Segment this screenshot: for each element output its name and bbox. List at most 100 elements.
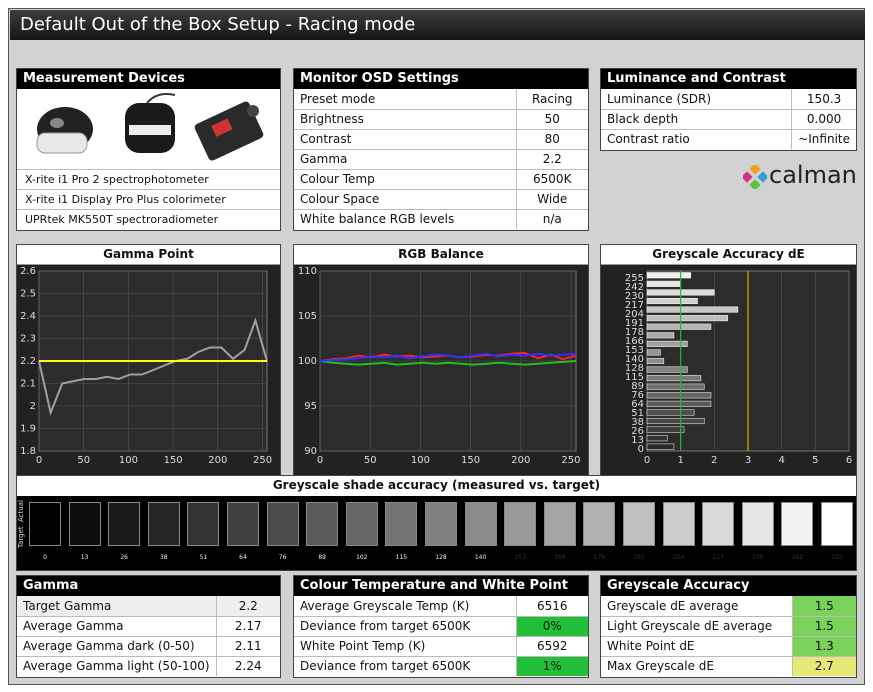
de-bar (646, 375, 702, 382)
table-row: Max Greyscale dE 2.7 (601, 655, 856, 676)
x-tick-label: 0 (317, 455, 323, 466)
de-bar (646, 340, 688, 347)
y-tick-label: 2.5 (20, 289, 36, 300)
chart-title: Gamma Point (17, 245, 280, 265)
colour-temp-table: Average Greyscale Temp (K) 6516 Deviance … (294, 596, 588, 676)
panel-header: Measurement Devices (17, 69, 280, 89)
de-bar (646, 409, 695, 416)
row-value: 0% (515, 615, 588, 636)
row-label: Black depth (601, 108, 792, 129)
shade-swatch (821, 502, 853, 546)
chart-title: RGB Balance (294, 245, 588, 265)
table-row: Luminance (SDR) 150.3 (601, 89, 856, 109)
x-tick-label: 150 (461, 455, 480, 466)
row-value: 1.5 (791, 596, 856, 616)
y-tick-label: 2.6 (20, 266, 36, 277)
luminance-panel: Luminance and Contrast Luminance (SDR) 15… (600, 68, 857, 151)
row-label: Luminance (SDR) (607, 91, 712, 106)
row-label: Contrast ratio (601, 128, 792, 149)
table-row: White Point Temp (K) 6592 (294, 635, 588, 656)
shade-label: 115 (395, 554, 408, 561)
row-label: Light Greyscale dE average (601, 615, 792, 636)
row-value: 50 (515, 108, 588, 129)
shade-swatch (504, 502, 537, 546)
greyscale-shades-panel: Greyscale shade accuracy (measured vs. t… (16, 475, 857, 571)
greyscale-accuracy-table: Greyscale dE average 1.5 Light Greyscale … (601, 596, 856, 676)
greyscale-de-panel: Greyscale Accuracy dE 0 1 2 3 4 5 6 255 242 230 21… (600, 244, 857, 476)
shade-label: 13 (80, 554, 89, 561)
table-row: Black depth 0.000 (601, 108, 856, 129)
x-tick-label: 250 (561, 455, 580, 466)
y-tick-label: 2 (30, 401, 36, 412)
de-bar (646, 400, 712, 407)
shade-label: 153 (514, 554, 526, 561)
x-tick-label: 200 (511, 455, 530, 466)
table-row: Gamma 2.2 (294, 148, 588, 169)
x-tick-label: 50 (77, 455, 90, 466)
de-bar (646, 306, 739, 313)
row-label: Target Gamma (23, 598, 112, 613)
table-row: White balance RGB levels n/a (294, 208, 588, 229)
row-value: Wide (515, 188, 588, 209)
x-tick-label: 50 (364, 455, 377, 466)
table-row: Average Gamma light (50-100) 2.24 (17, 655, 280, 676)
shade-swatch (68, 502, 101, 546)
y-tick-label: 100 (298, 356, 317, 367)
shade-label: 51 (199, 554, 208, 561)
de-bar (646, 280, 681, 287)
shade-label: 26 (120, 554, 128, 561)
row-value: 150.3 (791, 89, 856, 109)
y-tick-label: 1.8 (20, 446, 36, 457)
calman-logo-icon (743, 165, 767, 189)
row-value: 6516 (515, 596, 588, 616)
i1pro2-device-icon (36, 107, 93, 154)
row-value: 1% (515, 655, 588, 676)
x-tick-label: 0 (644, 455, 650, 466)
row-label: Colour Temp (294, 168, 516, 189)
shade-swatch (266, 502, 299, 546)
shade-swatch (187, 502, 220, 546)
i1display-device-icon (125, 93, 176, 153)
shade-swatch (425, 502, 457, 546)
x-tick-label: 100 (411, 455, 430, 466)
device-images (17, 89, 280, 169)
report-frame: Default Out of the Box Setup - Racing mo… (8, 8, 865, 685)
device-item: X-rite i1 Pro 2 spectrophotometer (17, 169, 280, 189)
table-row: Preset mode Racing (294, 89, 588, 109)
y-tick-label: 1.9 (20, 424, 36, 435)
shade-swatch (781, 502, 814, 546)
y-tick-label: 105 (298, 311, 317, 322)
de-bar (646, 443, 675, 450)
row-value: 6592 (515, 635, 588, 656)
row-value: 2.2 (215, 596, 280, 616)
row-value: 2.17 (215, 615, 280, 636)
row-label: Gamma (294, 148, 516, 169)
table-row: Deviance from target 6500K 1% (294, 655, 588, 676)
table-row: Colour Temp 6500K (294, 168, 588, 189)
row-value: 80 (515, 128, 588, 149)
mk550t-device-icon (194, 101, 264, 161)
y-tick-label: 95 (304, 401, 317, 412)
de-bar (646, 435, 668, 442)
x-tick-label: 100 (119, 455, 138, 466)
shade-swatch (306, 502, 339, 546)
shade-swatch (662, 502, 695, 546)
chart-title: Greyscale Accuracy dE (601, 245, 856, 265)
shade-label: 255 (831, 554, 843, 561)
table-row: Target Gamma 2.2 (17, 596, 280, 616)
x-tick-label: 2 (711, 455, 717, 466)
shade-swatch (741, 502, 774, 546)
table-row: White Point dE 1.3 (601, 635, 856, 656)
row-label: Average Greyscale Temp (K) (300, 598, 470, 613)
row-value: Racing (515, 89, 588, 109)
shade-label: 178 (593, 554, 606, 561)
row-value: n/a (515, 208, 588, 229)
y-tick-label: 90 (304, 446, 317, 457)
shade-label: 76 (278, 554, 287, 561)
row-value: ~Infinite (791, 128, 856, 149)
row-label: Average Gamma light (50-100) (17, 655, 217, 676)
shade-swatch (227, 502, 259, 546)
page-title: Default Out of the Box Setup - Racing mo… (10, 10, 865, 40)
shade-label: 128 (435, 554, 447, 561)
table-row: Greyscale dE average 1.5 (601, 596, 856, 616)
